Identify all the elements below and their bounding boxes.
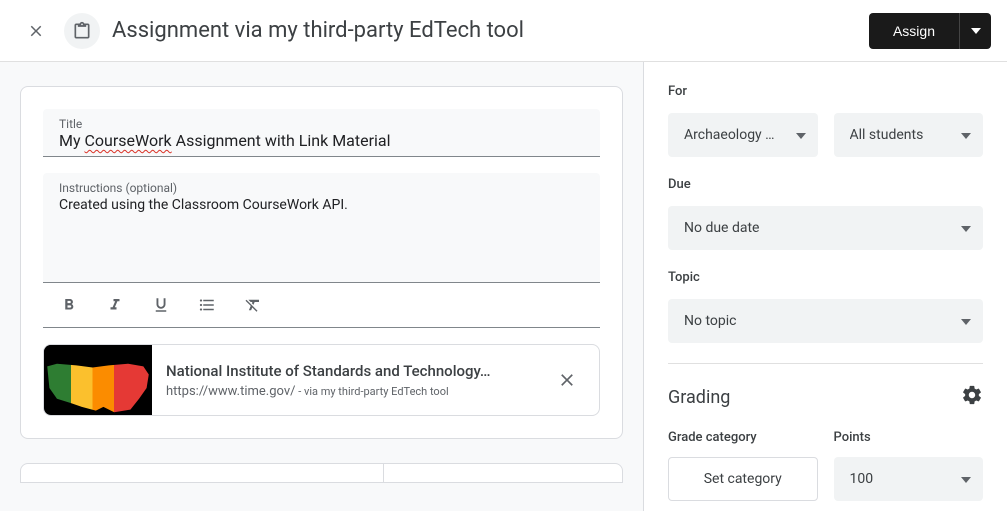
due-date-dropdown[interactable]: No due date [668, 206, 983, 250]
title-field[interactable]: Title My CourseWork Assignment with Link… [43, 109, 600, 157]
remove-attachment-button[interactable] [543, 356, 591, 404]
grading-settings-button[interactable] [961, 384, 983, 410]
for-label: For [668, 84, 983, 99]
title-label: Title [59, 117, 584, 131]
close-icon [557, 370, 577, 390]
spellcheck-error: CourseWork [85, 131, 172, 150]
assignment-type-icon [64, 13, 100, 49]
bullet-list-icon [198, 296, 216, 314]
clear-format-button[interactable] [239, 291, 267, 319]
topic-label: Topic [668, 270, 983, 285]
set-category-button[interactable]: Set category [668, 457, 818, 501]
attachment-body: National Institute of Standards and Tech… [152, 354, 543, 407]
gear-icon [961, 384, 983, 406]
class-dropdown[interactable]: Archaeology … [668, 113, 818, 157]
caret-down-icon [971, 28, 981, 34]
due-label: Due [668, 177, 983, 192]
section-divider [668, 363, 983, 364]
instructions-input[interactable]: Created using the Classroom CourseWork A… [59, 197, 584, 213]
grading-heading: Grading [668, 387, 730, 408]
instructions-label: Instructions (optional) [59, 181, 584, 195]
bullet-list-button[interactable] [193, 291, 221, 319]
clear-format-icon [244, 296, 262, 314]
caret-down-icon [961, 127, 971, 143]
page-title: Assignment via my third-party EdTech too… [112, 18, 869, 43]
settings-sidebar: For Archaeology … All students Due No du… [643, 62, 1007, 511]
underline-icon [152, 296, 170, 314]
attachment-url: https://www.time.gov/ [166, 384, 296, 399]
assign-button[interactable]: Assign [869, 13, 959, 49]
close-icon [27, 22, 45, 40]
format-toolbar [43, 283, 600, 328]
caret-down-icon [796, 127, 806, 143]
attachment-via: - via my third-party EdTech tool [296, 385, 449, 398]
assignment-editor-card: Title My CourseWork Assignment with Link… [20, 86, 623, 439]
italic-icon [106, 296, 124, 314]
points-label: Points [834, 430, 984, 445]
title-input[interactable]: My CourseWork Assignment with Link Mater… [59, 131, 391, 150]
topic-dropdown[interactable]: No topic [668, 299, 983, 343]
italic-button[interactable] [101, 291, 129, 319]
points-dropdown[interactable]: 100 [834, 457, 984, 501]
assign-dropdown-button[interactable] [959, 13, 991, 49]
next-card-partial [20, 463, 623, 483]
bold-icon [60, 296, 78, 314]
students-dropdown[interactable]: All students [834, 113, 984, 157]
instructions-field[interactable]: Instructions (optional) Created using th… [43, 173, 600, 283]
attachment-thumbnail [44, 345, 152, 415]
caret-down-icon [961, 313, 971, 329]
attachment-card[interactable]: National Institute of Standards and Tech… [43, 344, 600, 416]
underline-button[interactable] [147, 291, 175, 319]
caret-down-icon [961, 471, 971, 487]
attachment-title: National Institute of Standards and Tech… [166, 362, 529, 380]
grade-category-label: Grade category [668, 430, 818, 445]
caret-down-icon [961, 220, 971, 236]
bold-button[interactable] [55, 291, 83, 319]
close-button[interactable] [16, 11, 56, 51]
